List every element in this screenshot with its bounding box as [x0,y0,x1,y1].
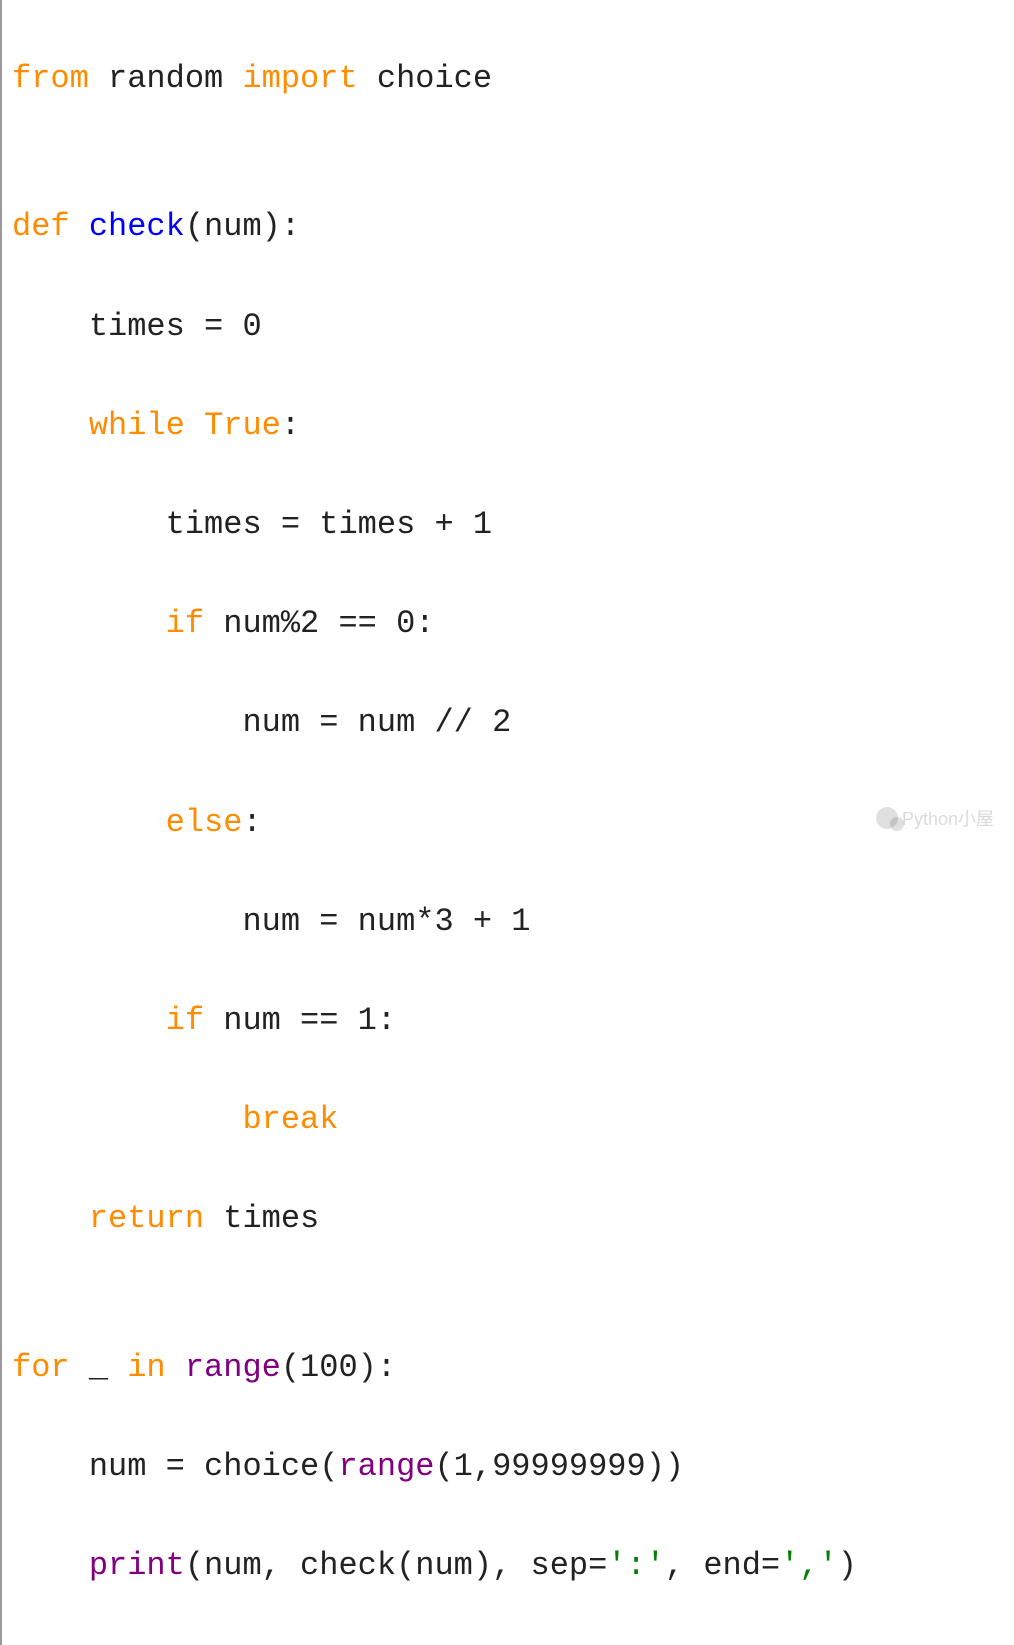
string-literal: ':' [607,1547,665,1584]
keyword-while: while [89,407,185,444]
builtin-range: range [338,1448,434,1485]
code-line: num = choice(range(1,99999999)) [12,1442,1014,1492]
wechat-icon [876,807,898,829]
keyword-return: return [89,1200,204,1237]
function-name: check [89,208,185,245]
code-line: num = num*3 + 1 [12,897,1014,947]
keyword-break: break [242,1101,338,1138]
code-block: from random import choice def check(num)… [0,0,1014,1645]
code-line: if num == 1: [12,996,1014,1046]
builtin-print: print [89,1547,185,1584]
code-line: return times [12,1194,1014,1244]
code-line: num = num // 2 [12,698,1014,748]
keyword-for: for [12,1349,70,1386]
keyword-import: import [242,60,357,97]
code-line: else: [12,798,1014,848]
module-name: random [89,60,243,97]
code-line: def check(num): [12,202,1014,252]
code-line: from random import choice [12,54,1014,104]
code-line: break [12,1095,1014,1145]
keyword-if: if [166,605,204,642]
string-literal: ',' [780,1547,838,1584]
code-line: print(num, check(num), sep=':', end=',') [12,1541,1014,1591]
builtin-range: range [185,1349,281,1386]
keyword-in: in [127,1349,165,1386]
code-line: while True: [12,401,1014,451]
watermark-text: Python小屋 [902,805,994,831]
keyword-from: from [12,60,89,97]
keyword-true: True [204,407,281,444]
import-name: choice [358,60,492,97]
code-line: if num%2 == 0: [12,599,1014,649]
code-line: for _ in range(100): [12,1343,1014,1393]
code-line: times = times + 1 [12,500,1014,550]
keyword-else: else [166,804,243,841]
watermark: Python小屋 [876,805,994,831]
code-line: times = 0 [12,302,1014,352]
keyword-def: def [12,208,70,245]
keyword-if: if [166,1002,204,1039]
